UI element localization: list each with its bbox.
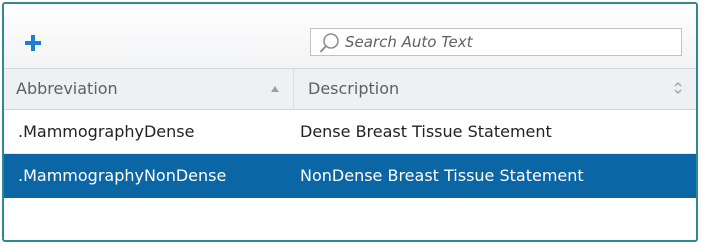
abbreviation-cell: .MammographyNonDense bbox=[18, 166, 227, 185]
search-input[interactable] bbox=[345, 31, 671, 53]
sort-icon bbox=[674, 82, 682, 94]
search-icon[interactable] bbox=[319, 32, 341, 54]
add-auto-text-button[interactable] bbox=[24, 34, 42, 52]
abbreviation-cell: .MammographyDense bbox=[18, 122, 195, 141]
table-header: Abbreviation Description bbox=[4, 69, 696, 110]
auto-text-panel: Abbreviation Description .MammographyDen… bbox=[2, 2, 698, 242]
plus-icon bbox=[25, 35, 41, 51]
description-cell: NonDense Breast Tissue Statement bbox=[300, 166, 584, 185]
table-row[interactable]: .MammographyDense Dense Breast Tissue St… bbox=[4, 110, 696, 154]
column-header-label: Abbreviation bbox=[16, 79, 118, 98]
column-header-abbreviation[interactable]: Abbreviation bbox=[4, 69, 294, 109]
sort-ascending-icon bbox=[271, 86, 279, 92]
search-box bbox=[310, 28, 682, 56]
column-header-label: Description bbox=[308, 79, 400, 98]
table-row-selected[interactable]: .MammographyNonDense NonDense Breast Tis… bbox=[4, 154, 696, 198]
column-header-description[interactable]: Description bbox=[294, 69, 696, 109]
description-cell: Dense Breast Tissue Statement bbox=[300, 122, 552, 141]
toolbar bbox=[4, 4, 696, 69]
